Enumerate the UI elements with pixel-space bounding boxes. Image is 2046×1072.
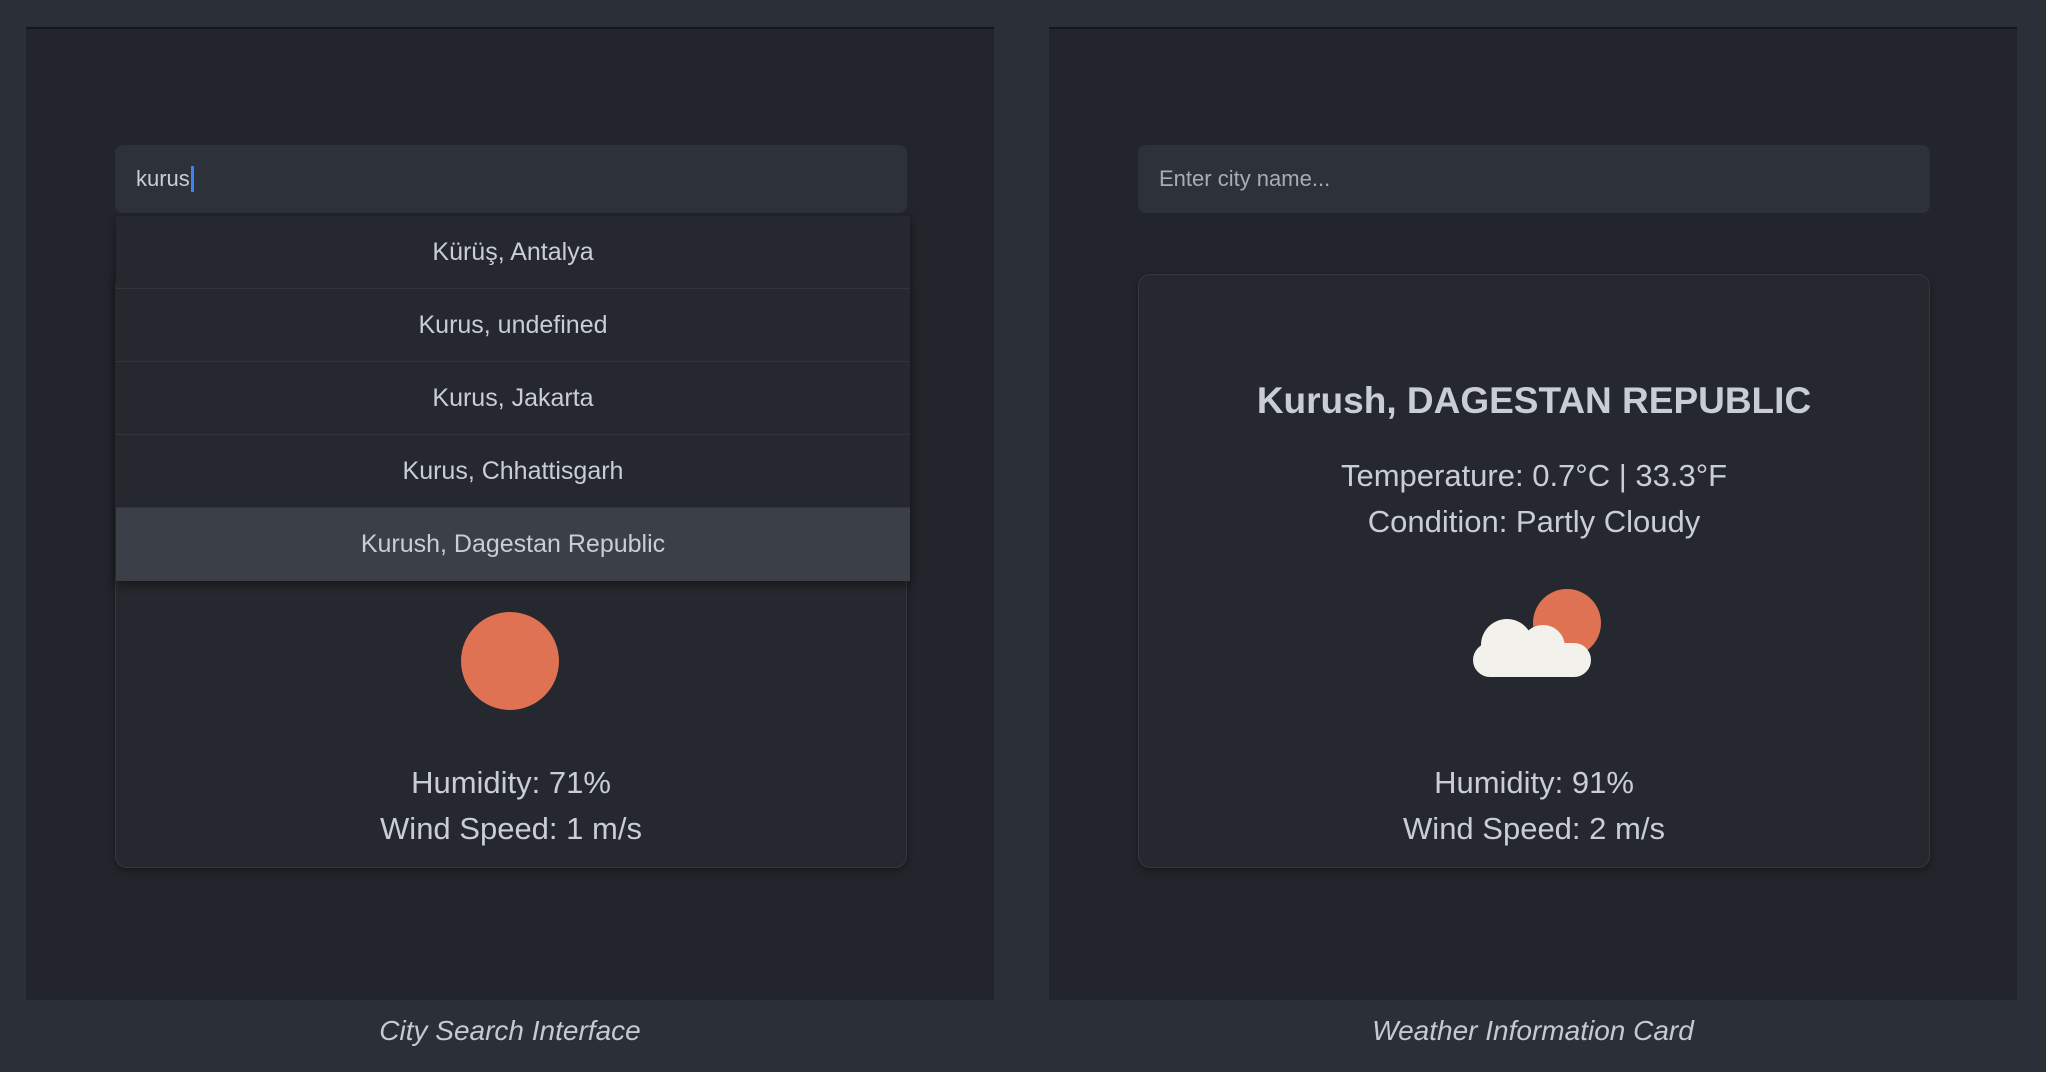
text-caret bbox=[190, 166, 194, 192]
city-search-panel: kurus Humidity: 71% Wind Speed: 1 m/s Kü… bbox=[26, 27, 994, 1000]
wind-speed-text: Wind Speed: 1 m/s bbox=[380, 811, 642, 846]
left-caption: City Search Interface bbox=[379, 1015, 641, 1046]
weather-info-panel: Enter city name... Kurush, DAGESTAN REPU… bbox=[1049, 27, 2017, 1000]
city-search-input[interactable]: kurus bbox=[115, 145, 907, 213]
temperature-text: Temperature: 0.7°C | 33.3°F bbox=[1340, 458, 1728, 493]
suggestion-item[interactable]: Kürüş, Antalya bbox=[116, 216, 910, 289]
right-caption: Weather Information Card bbox=[1372, 1015, 1694, 1046]
sun-icon bbox=[461, 612, 559, 710]
city-title: Kurush, DAGESTAN REPUBLIC bbox=[1256, 380, 1812, 421]
condition-text: Condition: Partly Cloudy bbox=[1367, 504, 1701, 539]
suggestion-item[interactable]: Kurus, Chhattisgarh bbox=[116, 435, 910, 508]
search-input-value: kurus bbox=[136, 166, 190, 191]
city-search-input[interactable]: Enter city name... bbox=[1138, 145, 1930, 213]
search-input-placeholder: Enter city name... bbox=[1159, 166, 1331, 191]
weather-card: Kurush, DAGESTAN REPUBLIC Temperature: 0… bbox=[1138, 274, 1930, 868]
humidity-text: Humidity: 91% bbox=[1434, 765, 1634, 800]
humidity-text: Humidity: 71% bbox=[411, 765, 611, 800]
wind-speed-text: Wind Speed: 2 m/s bbox=[1403, 811, 1665, 846]
partly-cloudy-icon bbox=[1473, 589, 1601, 677]
suggestion-item[interactable]: Kurus, undefined bbox=[116, 289, 910, 362]
suggestion-item-highlighted[interactable]: Kurush, Dagestan Republic bbox=[116, 508, 910, 581]
suggestion-dropdown: Kürüş, Antalya Kurus, undefined Kurus, J… bbox=[116, 216, 910, 581]
suggestion-item[interactable]: Kurus, Jakarta bbox=[116, 362, 910, 435]
